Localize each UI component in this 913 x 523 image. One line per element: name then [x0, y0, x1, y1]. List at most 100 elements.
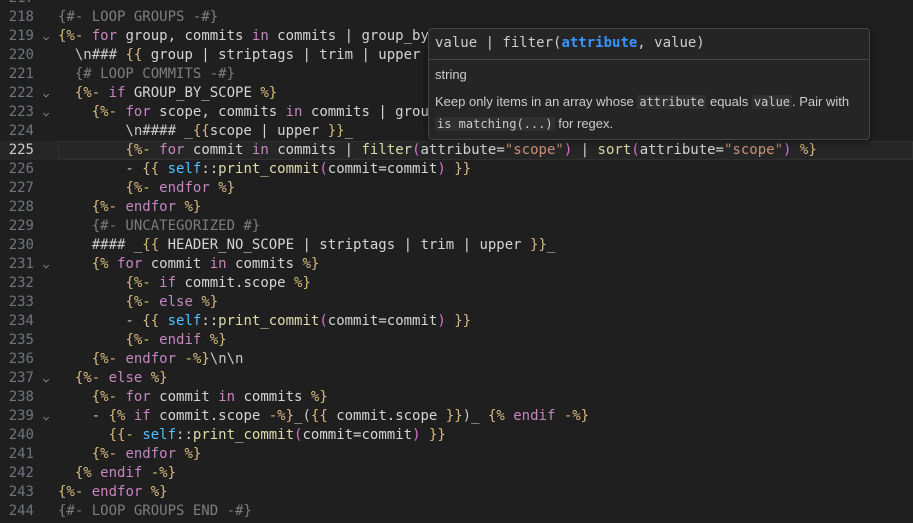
code-token: commits: [235, 389, 311, 405]
code-text[interactable]: {#- LOOP GROUPS -#}: [58, 8, 218, 27]
code-text[interactable]: {%- endfor -%}\n\n: [58, 350, 244, 369]
code-text[interactable]: {% for commit in commits %}: [58, 255, 320, 274]
code-line[interactable]: 232 {%- if commit.scope %}: [0, 274, 913, 293]
code-token: #### _: [58, 237, 143, 253]
code-text[interactable]: {%- else %}: [58, 369, 168, 388]
code-line[interactable]: 240 {{- self::print_commit(commit=commit…: [0, 426, 913, 445]
fold-chevron-icon[interactable]: ⌵: [40, 27, 52, 46]
code-token: -%}: [563, 408, 590, 424]
code-text[interactable]: {%- for commit in commits | filter(attri…: [58, 141, 817, 160]
code-token: group, commits: [117, 28, 252, 44]
code-text[interactable]: {%- endfor %}: [58, 445, 202, 464]
code-text[interactable]: - {{ self::print_commit(commit=commit) }…: [58, 312, 471, 331]
code-text[interactable]: - {% if commit.scope -%}_({{ commit.scop…: [58, 407, 589, 426]
code-text[interactable]: {%- endfor %}: [58, 198, 202, 217]
code-line[interactable]: 242 {% endif -%}: [0, 464, 913, 483]
code-text[interactable]: {# LOOP COMMITS -#}: [58, 65, 235, 84]
code-text[interactable]: {% endif -%}: [58, 464, 176, 483]
code-token: attribute=: [420, 142, 505, 158]
code-line[interactable]: 233 {%- else %}: [0, 293, 913, 312]
code-line[interactable]: 243 {%- endfor %}: [0, 483, 913, 502]
code-line[interactable]: 218 {#- LOOP GROUPS -#}: [0, 8, 913, 27]
code-line[interactable]: 226 - {{ self::print_commit(commit=commi…: [0, 160, 913, 179]
code-token: -: [58, 161, 143, 177]
active-parameter: attribute: [561, 35, 638, 51]
code-line[interactable]: 239 ⌵ - {% if commit.scope -%}_({{ commit…: [0, 407, 913, 426]
line-number: 234: [8, 313, 34, 329]
fold-chevron-icon[interactable]: ⌵: [40, 103, 52, 122]
code-line[interactable]: 217: [0, 0, 913, 8]
code-line[interactable]: 241 {%- endfor %}: [0, 445, 913, 464]
line-number: 218: [8, 9, 34, 25]
code-text[interactable]: - {{ self::print_commit(commit=commit) }…: [58, 160, 471, 179]
code-line[interactable]: 235 {%- endif %}: [0, 331, 913, 350]
code-token: commit: [184, 142, 252, 158]
fold-chevron-icon[interactable]: ⌵: [40, 369, 52, 388]
code-token: {%: [74, 465, 92, 481]
code-line[interactable]: 234 - {{ self::print_commit(commit=commi…: [0, 312, 913, 331]
code-text[interactable]: {%- if GROUP_BY_SCOPE %}: [58, 84, 277, 103]
line-number: 217: [0, 0, 34, 8]
code-text[interactable]: {%- endfor %}: [58, 483, 168, 502]
code-token: else: [108, 370, 143, 386]
code-token: %}: [799, 142, 817, 158]
code-line[interactable]: 230 #### _{{ HEADER_NO_SCOPE | striptags…: [0, 236, 913, 255]
code-line[interactable]: 225 {%- for commit in commits | filter(a…: [0, 141, 913, 160]
line-number: 231: [8, 256, 34, 272]
code-text[interactable]: \n#### _{{scope | upper }}_: [58, 122, 353, 141]
code-text[interactable]: {#- LOOP GROUPS END -#}: [58, 502, 252, 521]
code-line[interactable]: 238 {%- for commit in commits %}: [0, 388, 913, 407]
code-token: _: [546, 237, 556, 253]
fold-chevron-icon[interactable]: ⌵: [40, 407, 52, 426]
line-number: 228: [8, 199, 34, 215]
code-line[interactable]: 244 {#- LOOP GROUPS END -#}: [0, 502, 913, 521]
code-text[interactable]: {%- for commit in commits %}: [58, 388, 328, 407]
code-token: in: [218, 389, 236, 405]
code-text[interactable]: {%- else %}: [58, 293, 218, 312]
line-number: 220: [8, 47, 34, 63]
code-token: -: [58, 313, 143, 329]
line-number: 244: [8, 503, 34, 519]
code-line[interactable]: 227 {%- endfor %}: [0, 179, 913, 198]
code-line[interactable]: 237 ⌵ {%- else %}: [0, 369, 913, 388]
code-token: if: [108, 85, 126, 101]
line-number: 230: [8, 237, 34, 253]
code-token: attribute=: [639, 142, 724, 158]
code-token: {%-: [91, 446, 118, 462]
fold-chevron-icon[interactable]: ⌵: [40, 255, 52, 274]
code-text[interactable]: {{- self::print_commit(commit=commit) }}: [58, 426, 446, 445]
line-number: 219: [8, 28, 34, 44]
code-line[interactable]: 229 {#- UNCATEGORIZED #}: [0, 217, 913, 236]
code-token: commit.scope: [150, 408, 269, 424]
code-text[interactable]: {%- endfor %}: [58, 179, 235, 198]
code-line[interactable]: 236 {%- endfor -%}\n\n: [0, 350, 913, 369]
code-token: \n\n: [209, 351, 244, 367]
code-token: {%-: [74, 370, 101, 386]
fold-chevron-icon[interactable]: ⌵: [40, 84, 52, 103]
code-line[interactable]: 228 {%- endfor %}: [0, 198, 913, 217]
code-token: print_commit: [218, 161, 320, 177]
code-text[interactable]: {%- if commit.scope %}: [58, 274, 310, 293]
code-token: %}: [184, 199, 202, 215]
code-text[interactable]: #### _{{ HEADER_NO_SCOPE | striptags | t…: [58, 236, 556, 255]
code-text[interactable]: \n### {{ group | striptags | trim | uppe…: [58, 46, 446, 65]
code-token: {{: [142, 313, 160, 329]
code-line[interactable]: 231 ⌵ {% for commit in commits %}: [0, 255, 913, 274]
code-token: "scope": [504, 142, 564, 158]
code-token: in: [209, 256, 227, 272]
line-number: 233: [8, 294, 34, 310]
code-text[interactable]: {#- UNCATEGORIZED #}: [58, 217, 261, 236]
code-token: endfor: [159, 180, 210, 196]
code-token: commit=commit: [302, 427, 413, 443]
code-token: ::: [201, 161, 219, 177]
code-text[interactable]: {%- endif %}: [58, 331, 226, 350]
